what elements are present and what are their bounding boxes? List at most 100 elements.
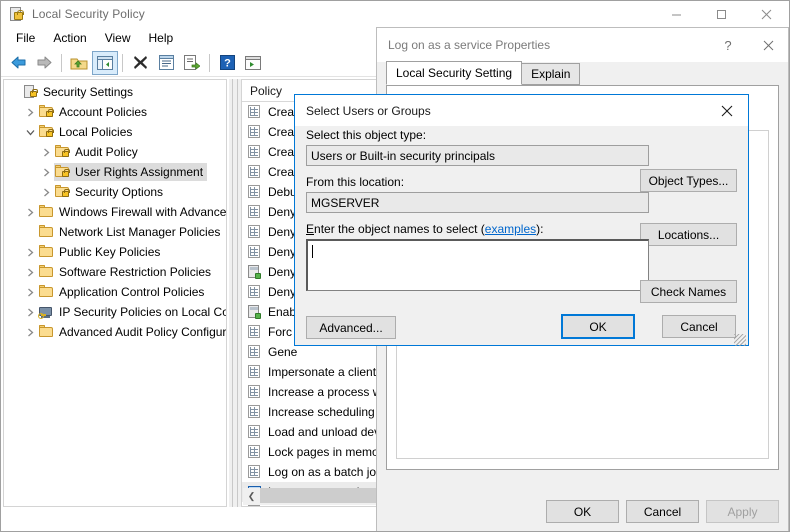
tree-item[interactable]: Advanced Audit Policy Configuration: [4, 322, 226, 342]
policy-name: Deny: [268, 265, 297, 279]
properties-help-button[interactable]: ?: [708, 28, 748, 62]
policy-name: Forc: [268, 325, 292, 339]
policy-name: Log on as a batch jol: [268, 465, 379, 479]
help-icon[interactable]: ?: [214, 51, 240, 75]
window-titlebar: Local Security Policy: [1, 1, 789, 27]
properties-close-button[interactable]: [748, 28, 788, 62]
location-field[interactable]: MGSERVER: [306, 192, 649, 213]
maximize-button[interactable]: [699, 1, 744, 27]
tree-expander-collapsed-icon[interactable]: [22, 264, 38, 280]
close-button[interactable]: [744, 1, 789, 27]
object-names-input[interactable]: [306, 239, 649, 291]
properties-footer-buttons: OK Cancel Apply: [546, 500, 779, 523]
select-dialog-titlebar: Select Users or Groups: [295, 95, 748, 126]
select-dialog-body: Select this object type: Users or Built-…: [295, 128, 748, 348]
policy-icon: [246, 344, 263, 360]
tree-item[interactable]: Software Restriction Policies: [4, 262, 226, 282]
advanced-button[interactable]: Advanced...: [306, 316, 396, 339]
policy-name: Crea: [268, 105, 295, 119]
tree-item-label: IP Security Policies on Local Compute: [59, 305, 226, 319]
select-dialog-close-button[interactable]: [706, 95, 748, 126]
policy-icon: [246, 104, 263, 120]
menu-help[interactable]: Help: [140, 29, 183, 47]
policy-name: Deny: [268, 225, 297, 239]
select-dialog-title: Select Users or Groups: [306, 103, 431, 118]
tree-item[interactable]: Windows Firewall with Advanced Secu: [4, 202, 226, 222]
tree-item[interactable]: Account Policies: [4, 102, 226, 122]
folder-lock-icon: [54, 164, 71, 180]
select-cancel-button[interactable]: Cancel: [662, 315, 736, 338]
tree-expander-collapsed-icon[interactable]: [38, 164, 54, 180]
properties-titlebar: Log on as a service Properties ?: [377, 28, 788, 62]
tree-item-label: Local Policies: [59, 125, 133, 139]
tab-local-security-setting[interactable]: Local Security Setting: [386, 61, 523, 85]
tree-expander-collapsed-icon[interactable]: [38, 184, 54, 200]
properties-icon[interactable]: [153, 51, 179, 75]
tree-item[interactable]: Network List Manager Policies: [4, 222, 226, 242]
policy-name: Deny: [268, 205, 297, 219]
properties-ok-button[interactable]: OK: [546, 500, 619, 523]
scroll-left-icon[interactable]: ❮: [243, 488, 260, 505]
tree-expander-collapsed-icon[interactable]: [22, 104, 38, 120]
tree-item-label: Windows Firewall with Advanced Secu: [59, 205, 227, 219]
examples-link[interactable]: examples: [485, 222, 536, 236]
policy-name: Lock pages in memo: [268, 445, 379, 459]
tab-explain[interactable]: Explain: [521, 63, 581, 85]
object-names-label-pre: nter the object names to select (: [314, 222, 485, 236]
tree-item[interactable]: Local Policies: [4, 122, 226, 142]
toolbar-separator: [61, 53, 62, 72]
policy-icon: [246, 464, 263, 480]
select-ok-button[interactable]: OK: [561, 314, 635, 339]
check-names-button[interactable]: Check Names: [640, 280, 737, 303]
locations-button[interactable]: Locations...: [640, 223, 737, 246]
tree-item[interactable]: Security Options: [4, 182, 226, 202]
policy-icon: [246, 404, 263, 420]
object-type-field[interactable]: Users or Built-in security principals: [306, 145, 649, 166]
export-list-icon[interactable]: [179, 51, 205, 75]
window-controls: [654, 1, 789, 27]
policy-name: Impersonate a client: [268, 365, 377, 379]
security-policy-icon: [9, 6, 25, 22]
view-list-icon[interactable]: [240, 51, 266, 75]
object-types-button[interactable]: Object Types...: [640, 169, 737, 192]
select-users-or-groups-dialog: Select Users or Groups Select this objec…: [294, 94, 749, 346]
tree-item[interactable]: User Rights Assignment: [4, 162, 226, 182]
tree-expander-collapsed-icon[interactable]: [22, 244, 38, 260]
policy-icon: [246, 284, 263, 300]
tree-expander-collapsed-icon[interactable]: [22, 284, 38, 300]
menu-file[interactable]: File: [7, 29, 44, 47]
folder-icon: [38, 324, 55, 340]
tree-item[interactable]: Application Control Policies: [4, 282, 226, 302]
tree-item[interactable]: Public Key Policies: [4, 242, 226, 262]
up-folder-icon[interactable]: [66, 51, 92, 75]
tree-expander-collapsed-icon[interactable]: [22, 204, 38, 220]
forward-icon[interactable]: [31, 51, 57, 75]
show-hide-tree-icon[interactable]: [92, 50, 118, 75]
pane-splitter[interactable]: [229, 79, 241, 507]
tree-item-label: Security Settings: [43, 85, 134, 99]
minimize-button[interactable]: [654, 1, 699, 27]
folder-lock-icon: [54, 144, 71, 160]
menu-view[interactable]: View: [96, 29, 140, 47]
window-title: Local Security Policy: [32, 7, 145, 21]
properties-apply-button: Apply: [706, 500, 779, 523]
policy-icon: [246, 224, 263, 240]
tree-item-label: Account Policies: [59, 105, 148, 119]
tree-item-label: Public Key Policies: [59, 245, 161, 259]
policy-name: Gene: [268, 345, 298, 359]
tree-expander-collapsed-icon[interactable]: [22, 324, 38, 340]
policy-name: Crea: [268, 125, 295, 139]
tree-item[interactable]: Security Settings: [4, 82, 226, 102]
menu-action[interactable]: Action: [44, 29, 95, 47]
tree-item[interactable]: IP Security Policies on Local Compute: [4, 302, 226, 322]
resize-grip-icon[interactable]: [734, 334, 746, 346]
tree-item[interactable]: Audit Policy: [4, 142, 226, 162]
properties-cancel-button[interactable]: Cancel: [626, 500, 699, 523]
tree-expander-expanded-icon[interactable]: [22, 124, 38, 140]
tree-expander-collapsed-icon[interactable]: [38, 144, 54, 160]
tree-expander-collapsed-icon[interactable]: [22, 304, 38, 320]
back-icon[interactable]: [5, 51, 31, 75]
tree-item-label: User Rights Assignment: [75, 165, 204, 179]
console-tree-pane[interactable]: Security Settings Account Policies Local P…: [3, 79, 227, 507]
delete-icon[interactable]: [127, 51, 153, 75]
